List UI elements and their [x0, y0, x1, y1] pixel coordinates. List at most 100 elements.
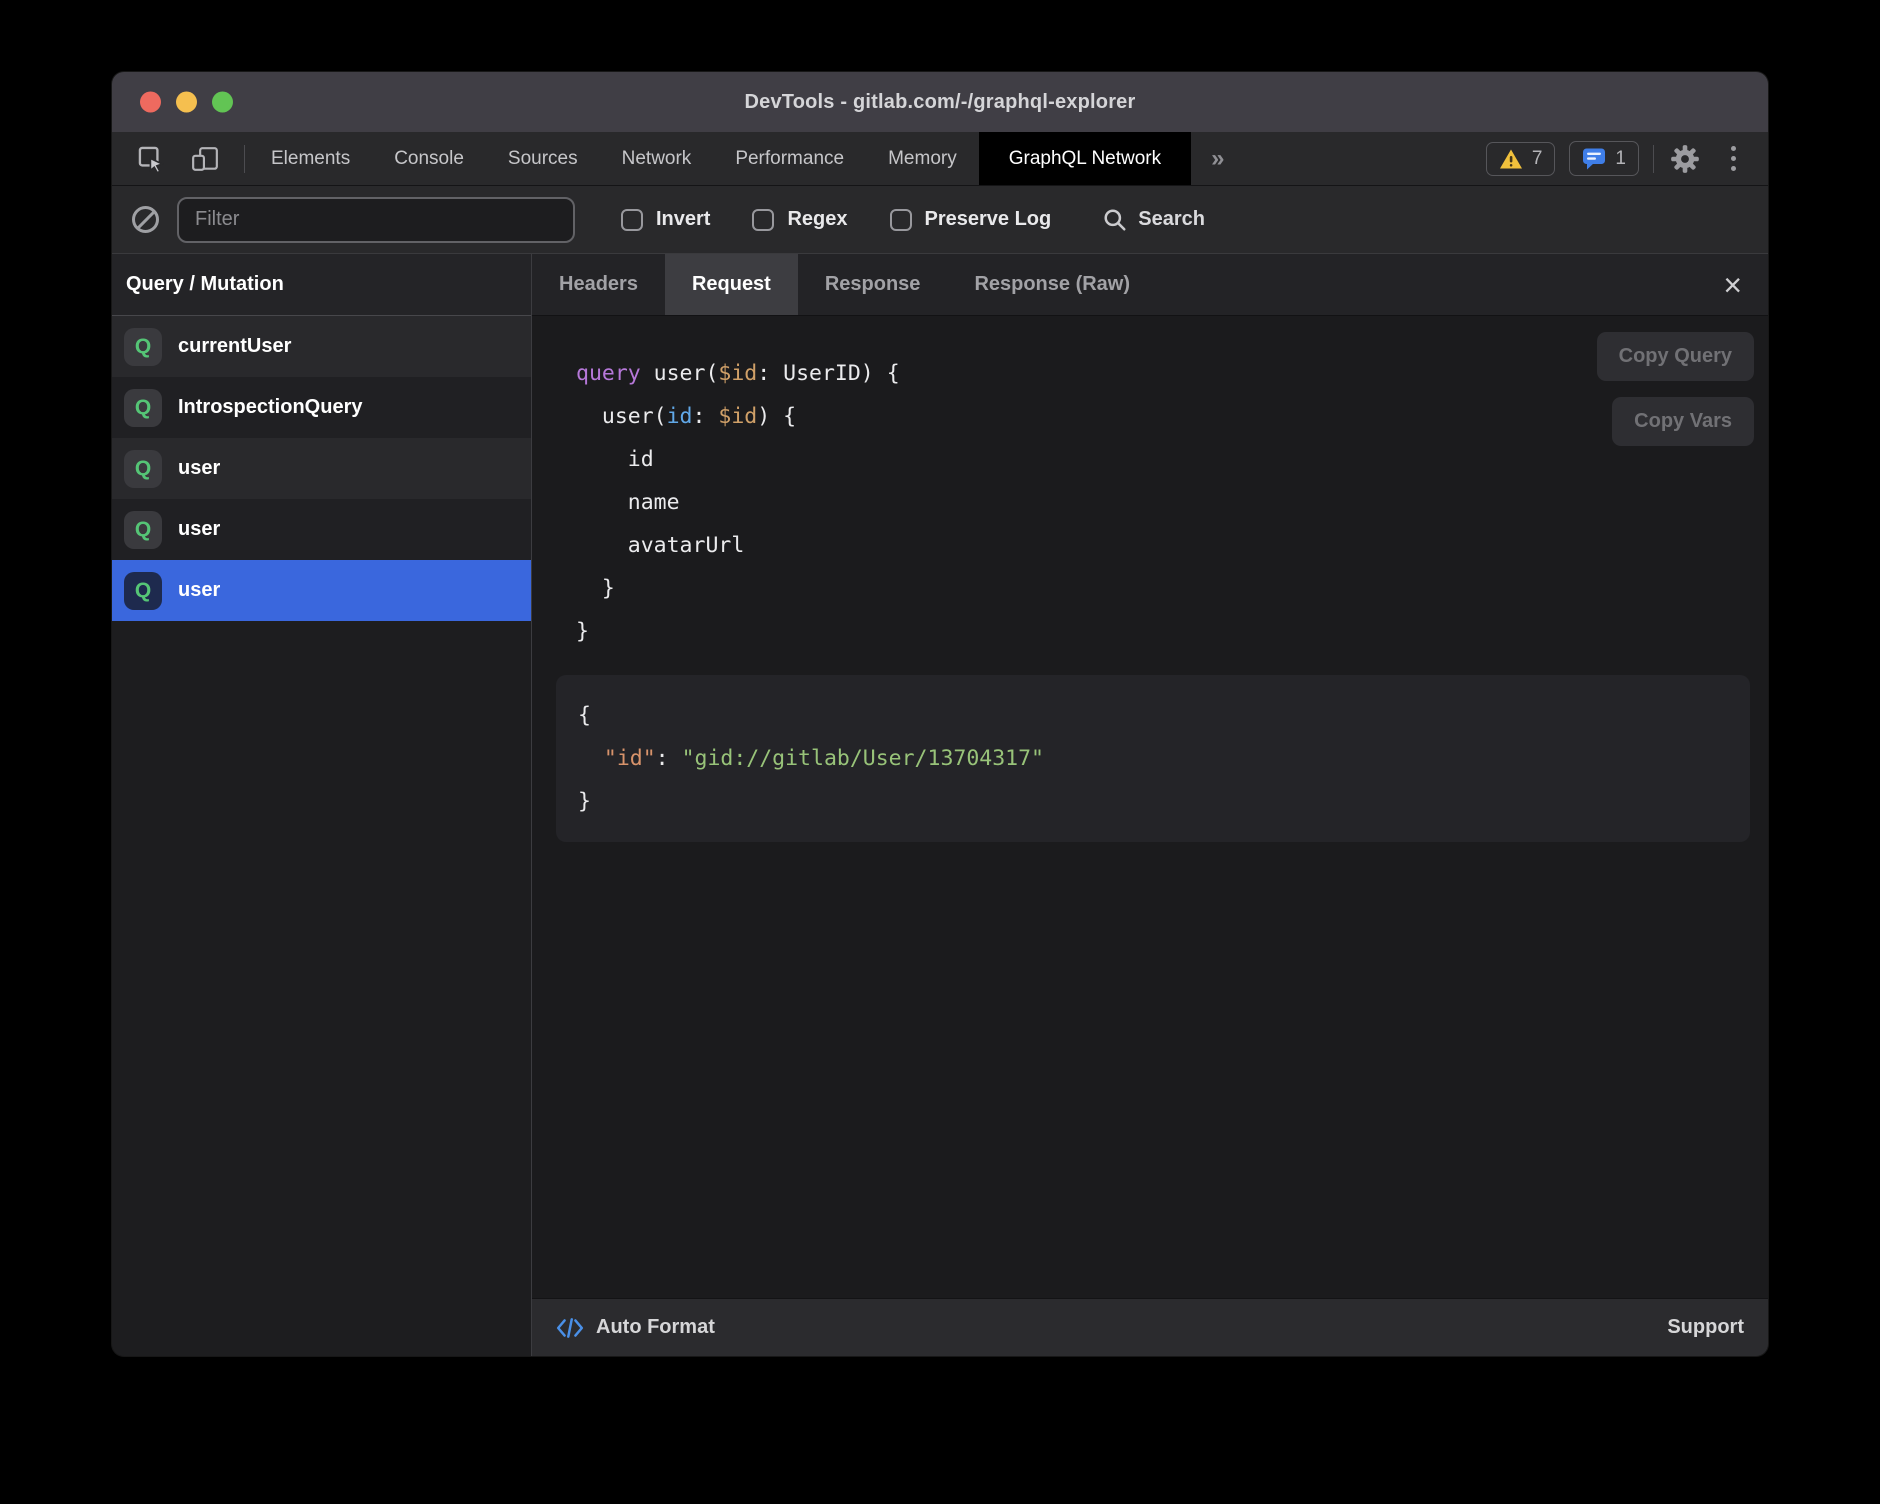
code-line: } — [578, 780, 1728, 823]
code-line: name — [576, 481, 1768, 524]
devtools-tab-sources[interactable]: Sources — [486, 132, 600, 185]
devtools-toolbar: Elements Console SourcesNetworkPerformance… — [112, 132, 1768, 186]
code-token: $id — [718, 361, 757, 386]
filter-bar: Invert Regex Preserve Log Search — [112, 186, 1768, 254]
query-list-item-user[interactable]: Quser — [112, 438, 531, 499]
devtools-tab-performance[interactable]: Performance — [713, 132, 866, 185]
settings-gear-icon[interactable] — [1668, 142, 1702, 176]
toolbar-left-icons — [112, 132, 249, 185]
auto-format-label: Auto Format — [596, 1316, 715, 1339]
toolbar-right: 7 1 — [1486, 132, 1768, 185]
query-list-item-currentuser[interactable]: QcurrentUser — [112, 316, 531, 377]
query-name-label: user — [178, 518, 220, 541]
invert-checkbox[interactable]: Invert — [621, 208, 710, 231]
search-icon — [1103, 208, 1127, 232]
devtools-tab-strip: Elements Console SourcesNetworkPerformance… — [249, 132, 1191, 185]
traffic-lights — [140, 92, 233, 113]
code-token: : — [693, 404, 719, 429]
support-link[interactable]: Support — [1667, 1316, 1744, 1339]
panel-tab-headers[interactable]: Headers — [532, 254, 665, 315]
query-type-badge: Q — [124, 450, 162, 488]
clear-filter-icon[interactable] — [132, 206, 159, 233]
device-toolbar-icon[interactable] — [188, 142, 222, 176]
more-tabs-icon[interactable]: » — [1191, 132, 1244, 185]
copy-query-button[interactable]: Copy Query — [1597, 332, 1754, 381]
code-token: user( — [576, 404, 667, 429]
search-control[interactable]: Search — [1103, 208, 1205, 232]
minimize-window-button[interactable] — [176, 92, 197, 113]
panel-tab-response[interactable]: Response — [798, 254, 948, 315]
code-token: $id — [718, 404, 757, 429]
main-area: Query / Mutation QcurrentUserQIntrospect… — [112, 254, 1768, 1356]
panel-footer: Auto Format Support — [532, 1298, 1768, 1356]
preserve-log-checkbox[interactable]: Preserve Log — [890, 208, 1052, 231]
more-options-icon[interactable] — [1716, 142, 1750, 176]
query-list-item-user[interactable]: Quser — [112, 499, 531, 560]
issues-badge[interactable]: 1 — [1569, 141, 1639, 176]
tab-label: Response (Raw) — [974, 273, 1130, 296]
tab-label: GraphQL Network — [1009, 148, 1161, 170]
code-line: } — [576, 567, 1768, 610]
copy-vars-button[interactable]: Copy Vars — [1612, 397, 1754, 446]
checkbox-box[interactable] — [890, 209, 912, 231]
copy-buttons: Copy Query Copy Vars — [1597, 332, 1754, 446]
tab-label: Headers — [559, 273, 638, 296]
filter-input[interactable] — [177, 197, 575, 243]
graphql-query-code: query user($id: UserID) { user(id: $id) … — [532, 316, 1768, 653]
query-list: QcurrentUserQIntrospectionQueryQuserQuse… — [112, 316, 531, 621]
code-token: query — [576, 361, 654, 386]
devtools-tab-elements[interactable]: Elements — [249, 132, 372, 185]
query-sidebar: Query / Mutation QcurrentUserQIntrospect… — [112, 254, 532, 1356]
filter-checkboxes: Invert Regex Preserve Log — [621, 208, 1051, 231]
query-name-label: IntrospectionQuery — [178, 396, 362, 419]
query-name-label: currentUser — [178, 335, 291, 358]
toolbar-divider — [244, 145, 245, 173]
panel-tab-response-raw[interactable]: Response (Raw) — [947, 254, 1157, 315]
query-type-badge: Q — [124, 572, 162, 610]
warnings-badge[interactable]: 7 — [1486, 142, 1556, 176]
titlebar: DevTools - gitlab.com/-/graphql-explorer — [112, 72, 1768, 132]
checkbox-box[interactable] — [621, 209, 643, 231]
search-label: Search — [1138, 208, 1205, 231]
auto-format-button[interactable]: Auto Format — [556, 1316, 715, 1340]
tab-label: Console — [394, 148, 464, 170]
panel-tab-request[interactable]: Request — [665, 254, 798, 315]
query-variables-box: { "id": "gid://gitlab/User/13704317"} — [556, 675, 1750, 842]
devtools-tab-console[interactable]: Console — [372, 132, 486, 185]
code-line: } — [576, 610, 1768, 653]
checkbox-label: Preserve Log — [925, 208, 1052, 231]
code-token: user( — [654, 361, 719, 386]
code-token: ) { — [757, 404, 796, 429]
code-token: : — [656, 746, 682, 771]
regex-checkbox[interactable]: Regex — [752, 208, 847, 231]
checkbox-box[interactable] — [752, 209, 774, 231]
devtools-tab-network[interactable]: Network — [600, 132, 714, 185]
query-name-label: user — [178, 457, 220, 480]
code-token: avatarUrl — [576, 533, 744, 558]
devtools-window: DevTools - gitlab.com/-/graphql-explorer… — [112, 72, 1768, 1356]
request-tab-content: query user($id: UserID) { user(id: $id) … — [532, 316, 1768, 1298]
toolbar-divider — [1653, 145, 1654, 173]
tab-label: Elements — [271, 148, 350, 170]
devtools-tab-graphql-network[interactable]: GraphQL Network — [979, 132, 1191, 185]
devtools-tab-memory[interactable]: Memory — [866, 132, 979, 185]
code-token: { — [578, 703, 591, 728]
query-list-item-user[interactable]: Quser — [112, 560, 531, 621]
code-token — [578, 746, 604, 771]
close-panel-icon[interactable]: × — [1717, 269, 1748, 301]
inspect-element-icon[interactable] — [134, 142, 168, 176]
close-window-button[interactable] — [140, 92, 161, 113]
query-type-badge: Q — [124, 328, 162, 366]
tab-label: Memory — [888, 148, 957, 170]
query-type-badge: Q — [124, 389, 162, 427]
checkbox-label: Invert — [656, 208, 710, 231]
maximize-window-button[interactable] — [212, 92, 233, 113]
warning-icon — [1499, 148, 1523, 170]
code-line: user(id: $id) { — [576, 395, 1768, 438]
sidebar-header: Query / Mutation — [112, 254, 531, 316]
query-list-item-introspectionquery[interactable]: Q IntrospectionQuery — [112, 377, 531, 438]
code-line: { — [578, 694, 1728, 737]
code-token: } — [578, 789, 591, 814]
code-token: id — [667, 404, 693, 429]
query-type-badge: Q — [124, 511, 162, 549]
